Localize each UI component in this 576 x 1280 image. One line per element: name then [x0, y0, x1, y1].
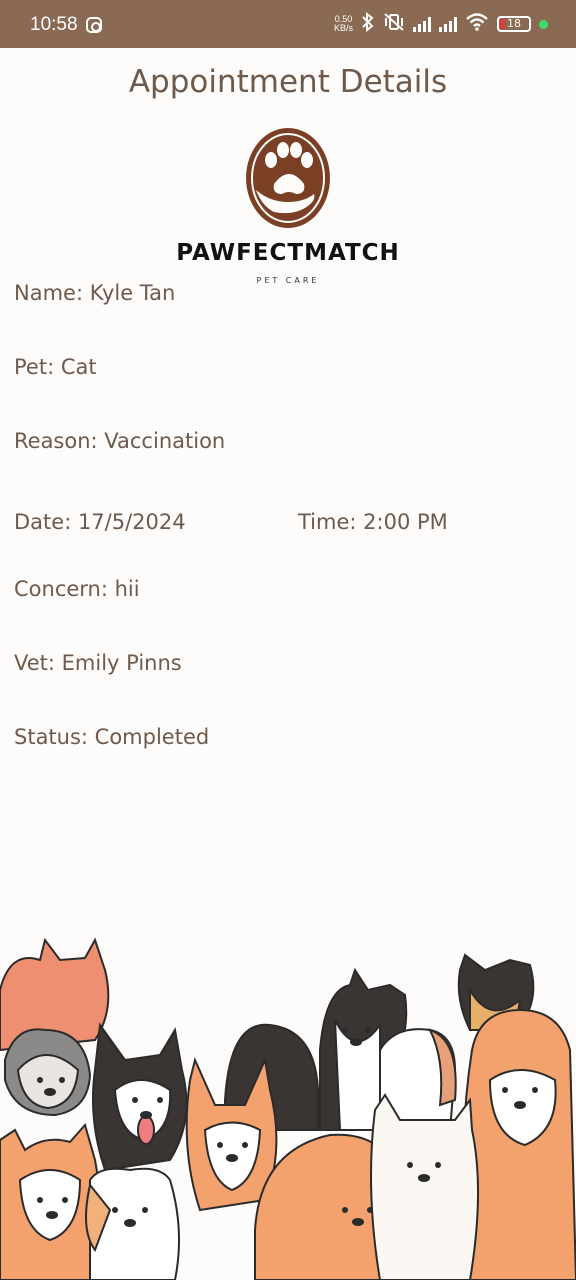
brand-name: PAWFECTMATCH	[176, 240, 400, 266]
appointment-reason: Reason: Vaccination	[14, 429, 226, 453]
signal-icon-1	[413, 16, 431, 32]
paw-logo-icon	[244, 126, 332, 230]
appointment-status: Status: Completed	[14, 725, 210, 749]
appointment-date: Date: 17/5/2024	[14, 510, 186, 534]
vibrate-off-icon	[383, 12, 405, 37]
battery-level: 18	[507, 17, 521, 30]
bluetooth-icon	[361, 11, 375, 37]
status-icons: 0.50 KB/s 18	[334, 11, 548, 37]
status-bar: 10:58 0.50 KB/s 18	[0, 0, 576, 48]
vet-name: Vet: Emily Pinns	[14, 651, 182, 675]
status-time: 10:58	[30, 14, 78, 35]
page-title: Appointment Details	[128, 64, 448, 100]
network-speed: 0.50 KB/s	[334, 15, 353, 33]
dogs-illustration	[0, 930, 576, 1280]
owner-name: Name: Kyle Tan	[14, 281, 176, 305]
appointment-concern: Concern: hii	[14, 577, 140, 601]
privacy-indicator-dot	[539, 19, 548, 29]
instagram-notification-icon	[86, 17, 102, 33]
wifi-icon	[465, 12, 489, 37]
pet-type: Pet: Cat	[14, 355, 97, 379]
signal-icon-2	[439, 16, 457, 32]
battery-icon: 18	[497, 16, 531, 32]
appointment-time: Time: 2:00 PM	[298, 510, 448, 534]
network-speed-unit: KB/s	[333, 23, 353, 33]
